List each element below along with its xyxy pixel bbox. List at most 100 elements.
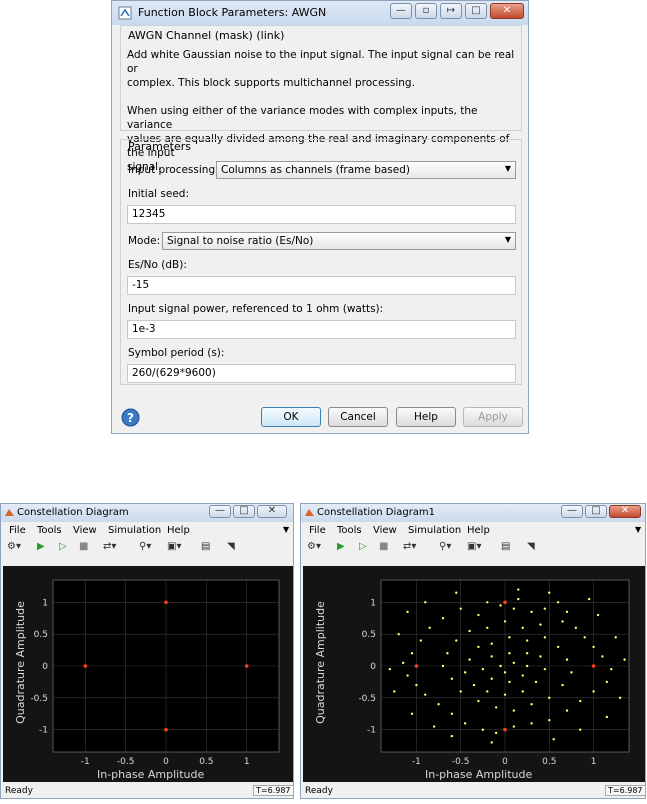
close-button[interactable]: ✕ xyxy=(490,3,524,19)
received-point xyxy=(432,725,436,728)
constellation-plot-2: -1 -0.5 0 0.5 1 -1 -0.5 0 0.5 1 xyxy=(303,566,645,782)
esno-field[interactable]: -15 xyxy=(127,276,516,295)
scale-y-icon[interactable]: ▤ xyxy=(201,541,210,552)
received-point xyxy=(481,728,485,731)
zoom-in-icon[interactable]: ⚲▾ xyxy=(439,541,451,552)
maximize-button[interactable]: □ xyxy=(585,505,607,518)
y-tick-label: -0.5 xyxy=(358,694,376,704)
mode-value: Signal to noise ratio (Es/No) xyxy=(167,235,314,247)
received-point xyxy=(530,610,533,614)
received-point xyxy=(548,696,551,700)
menu-overflow-icon[interactable]: ▼ xyxy=(635,525,641,534)
apply-button[interactable]: Apply xyxy=(463,407,523,427)
cancel-button[interactable]: Cancel xyxy=(328,407,388,427)
received-point xyxy=(499,604,502,607)
description-line: Add white Gaussian noise to the input si… xyxy=(127,49,515,75)
x-tick-label: -1 xyxy=(412,757,421,767)
scope-titlebar[interactable]: Constellation Diagram1 — □ ✕ xyxy=(301,504,645,522)
x-tick-label: -1 xyxy=(81,757,90,767)
dock-button[interactable]: ↦ xyxy=(440,3,462,19)
initial-seed-label: Initial seed: xyxy=(128,188,189,200)
input-processing-select[interactable]: Columns as channels (frame based) ▼ xyxy=(216,161,516,179)
symbol-period-field[interactable]: 260/(629*9600) xyxy=(127,364,516,383)
received-point xyxy=(401,661,405,665)
received-point xyxy=(561,620,564,623)
menu-file[interactable]: File xyxy=(309,525,326,536)
maximize-button[interactable]: □ xyxy=(233,505,255,518)
y-tick-label: 0.5 xyxy=(34,630,48,640)
received-point xyxy=(605,680,609,684)
zoom-in-icon[interactable]: ⚲▾ xyxy=(139,541,151,552)
received-point xyxy=(601,655,604,658)
highlight-block-icon[interactable]: ⇄▾ xyxy=(103,541,116,552)
scale-axes-icon[interactable]: ▣▾ xyxy=(467,541,481,552)
received-point xyxy=(521,690,524,693)
menu-overflow-icon[interactable]: ▼ xyxy=(283,525,289,534)
received-point xyxy=(450,677,454,680)
initial-seed-field[interactable]: 12345 xyxy=(127,205,516,224)
close-button[interactable]: ✕ xyxy=(257,505,287,518)
symbol-period-label: Symbol period (s): xyxy=(128,347,225,359)
maximize-button[interactable]: □ xyxy=(465,3,487,19)
minimize-button[interactable]: — xyxy=(390,3,412,19)
minimize-button[interactable]: — xyxy=(561,505,583,518)
help-button[interactable]: Help xyxy=(396,407,456,427)
menu-simulation[interactable]: Simulation xyxy=(408,525,461,536)
y-tick-label: -1 xyxy=(39,726,48,736)
close-icon: ✕ xyxy=(620,505,630,516)
menu-help[interactable]: Help xyxy=(167,525,190,536)
received-point xyxy=(503,693,507,696)
received-point xyxy=(494,731,498,735)
received-point xyxy=(468,658,471,661)
y-tick-label: -0.5 xyxy=(30,694,48,704)
menu-simulation[interactable]: Simulation xyxy=(108,525,161,536)
step-forward-icon[interactable]: ▷ xyxy=(359,541,367,552)
menu-file[interactable]: File xyxy=(9,525,26,536)
dialog-titlebar[interactable]: Function Block Parameters: AWGN — ▫ ↦ □ … xyxy=(112,1,528,25)
legend-icon[interactable]: ◥ xyxy=(227,541,235,552)
received-point xyxy=(450,712,454,715)
received-point xyxy=(530,703,533,706)
received-point xyxy=(548,718,551,722)
received-point xyxy=(490,655,493,658)
received-point xyxy=(539,623,542,626)
settings-gear-icon[interactable]: ⚙▾ xyxy=(7,541,21,552)
menu-view[interactable]: View xyxy=(73,525,97,536)
stop-icon[interactable]: ■ xyxy=(79,541,88,552)
settings-gear-icon[interactable]: ⚙▾ xyxy=(307,541,321,552)
restore-button[interactable]: ▫ xyxy=(415,3,437,19)
constellation-scope-2: Constellation Diagram1 — □ ✕ File Tools … xyxy=(300,503,646,799)
y-axis-label: Quadrature Amplitude xyxy=(13,601,27,724)
received-point xyxy=(565,610,569,614)
input-processing-value: Columns as channels (frame based) xyxy=(221,164,410,176)
ok-button[interactable]: OK xyxy=(261,407,321,427)
received-point xyxy=(437,703,440,706)
help-circle-icon[interactable]: ? xyxy=(121,408,140,427)
legend-icon[interactable]: ◥ xyxy=(527,541,535,552)
minimize-button[interactable]: — xyxy=(209,505,231,518)
menu-tools[interactable]: Tools xyxy=(337,525,362,536)
menu-tools[interactable]: Tools xyxy=(37,525,62,536)
signal-power-field[interactable]: 1e-3 xyxy=(127,320,516,339)
run-icon[interactable]: ▶ xyxy=(37,541,45,552)
highlight-block-icon[interactable]: ⇄▾ xyxy=(403,541,416,552)
received-point xyxy=(579,728,582,731)
received-point xyxy=(579,699,582,703)
scope-titlebar[interactable]: Constellation Diagram — □ ✕ xyxy=(1,504,293,522)
stop-icon[interactable]: ■ xyxy=(379,541,388,552)
mode-select[interactable]: Signal to noise ratio (Es/No) ▼ xyxy=(162,232,516,250)
received-point xyxy=(508,652,511,655)
close-button[interactable]: ✕ xyxy=(609,505,641,518)
run-icon[interactable]: ▶ xyxy=(337,541,345,552)
menu-help[interactable]: Help xyxy=(467,525,490,536)
x-tick-label: 0.5 xyxy=(199,757,213,767)
scale-axes-icon[interactable]: ▣▾ xyxy=(167,541,181,552)
scale-y-icon[interactable]: ▤ xyxy=(501,541,510,552)
received-point xyxy=(419,639,423,642)
restore-icon: ▫ xyxy=(422,5,430,16)
menu-view[interactable]: View xyxy=(373,525,397,536)
received-point xyxy=(512,725,516,728)
chevron-down-icon: ▼ xyxy=(504,164,511,173)
step-forward-icon[interactable]: ▷ xyxy=(59,541,67,552)
matlab-logo-icon xyxy=(305,509,314,516)
